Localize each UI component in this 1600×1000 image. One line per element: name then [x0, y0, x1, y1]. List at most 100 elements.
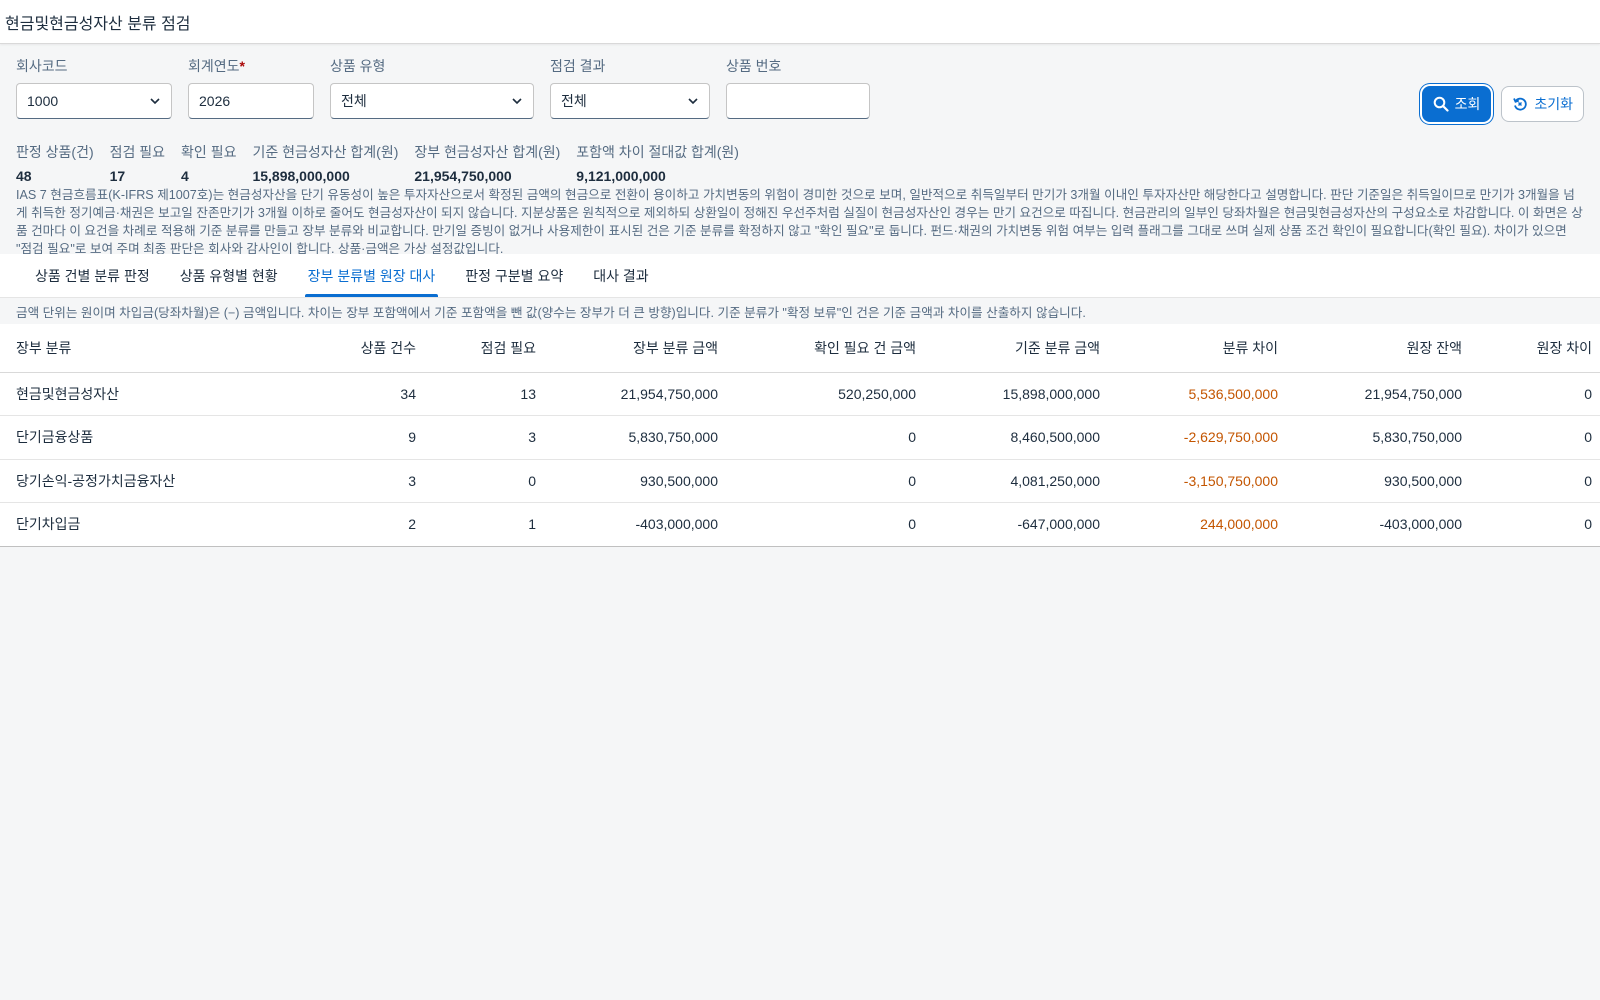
product-type-label: 상품 유형: [330, 58, 386, 74]
tab-bar: 상품 건별 분류 판정 상품 유형별 현황 장부 분류별 원장 대사 판정 구분…: [0, 254, 1600, 298]
product-no-field: 상품 번호: [726, 52, 870, 132]
cell-ledger-diff: 0: [1470, 372, 1600, 416]
cell-book-amount: 930,500,000: [544, 459, 726, 503]
chevron-down-icon: [150, 98, 160, 105]
cell-check-needed: 13: [424, 372, 544, 416]
product-type-field: 상품 유형 전체: [330, 52, 534, 132]
cell-ledger-balance: 21,954,750,000: [1286, 372, 1470, 416]
cell-ledger-balance: -403,000,000: [1286, 502, 1470, 547]
kpi-item: 장부 현금성자산 합계(원) 21,954,750,000: [414, 142, 561, 184]
kpi-value: 15,898,000,000: [252, 168, 350, 184]
page-title: 현금및현금성자산 분류 점검: [5, 15, 191, 33]
kpi-item: 포함액 차이 절대값 합계(원) 9,121,000,000: [576, 142, 739, 184]
cell-count: 3: [300, 459, 424, 503]
cell-ledger-class: 단기금융상품: [0, 415, 300, 460]
kpi-item: 점검 필요 17: [109, 142, 166, 184]
reset-button[interactable]: 초기화: [1501, 86, 1584, 122]
ledger-reconciliation-table: 장부 분류 상품 건수 점검 필요 장부 분류 금액 확인 필요 건 금액 기준…: [0, 324, 1600, 547]
cell-ledger-class: 단기차입금: [0, 502, 300, 547]
tab-note: 금액 단위는 원이며 차입금(당좌차월)은 (−) 금액입니다. 차이는 장부 …: [16, 306, 1086, 320]
cell-standard-amount: 4,081,250,000: [924, 459, 1108, 503]
column-header[interactable]: 원장 잔액: [1286, 324, 1470, 373]
guidance-note: IAS 7 현금흐름표(K-IFRS 제1007호)는 현금성자산을 단기 유동…: [16, 188, 1583, 254]
cell-ledger-class: 현금및현금성자산: [0, 372, 300, 416]
fiscal-year-value: 2026: [199, 93, 231, 109]
kpi-item: 판정 상품(건) 48: [16, 142, 94, 184]
company-code-field: 회사코드 1000: [16, 52, 172, 132]
filter-bar: 회사코드 1000 회계연도* 2026 상품 유형 전체 점검 결과 전체 상…: [0, 44, 1600, 132]
table-header-row: 장부 분류 상품 건수 점검 필요 장부 분류 금액 확인 필요 건 금액 기준…: [0, 324, 1600, 373]
cell-check-needed: 1: [424, 502, 544, 547]
company-code-value: 1000: [27, 93, 59, 109]
cell-class-diff: -3,150,750,000: [1108, 459, 1286, 503]
cell-ledger-balance: 5,830,750,000: [1286, 415, 1470, 460]
cell-confirm-amount: 0: [726, 502, 924, 547]
column-header[interactable]: 장부 분류 금액: [544, 324, 726, 373]
cell-standard-amount: 15,898,000,000: [924, 372, 1108, 416]
reset-button-label: 초기화: [1534, 96, 1573, 112]
cell-class-diff: 5,536,500,000: [1108, 372, 1286, 416]
table-row[interactable]: 단기차입금 2 1 -403,000,000 0 -647,000,000 24…: [0, 502, 1600, 547]
check-result-select[interactable]: 전체: [550, 83, 710, 119]
cell-ledger-diff: 0: [1470, 502, 1600, 547]
kpi-item: 기준 현금성자산 합계(원) 15,898,000,000: [252, 142, 399, 184]
kpi-label: 판정 상품(건): [16, 144, 94, 160]
table-row[interactable]: 단기금융상품 9 3 5,830,750,000 0 8,460,500,000…: [0, 415, 1600, 460]
kpi-value: 9,121,000,000: [576, 168, 666, 184]
column-header[interactable]: 장부 분류: [0, 324, 300, 373]
kpi-label: 장부 현금성자산 합계(원): [414, 144, 561, 160]
kpi-value: 21,954,750,000: [414, 168, 512, 184]
company-code-select[interactable]: 1000: [16, 83, 172, 119]
cell-ledger-diff: 0: [1470, 459, 1600, 503]
product-no-label: 상품 번호: [726, 58, 782, 74]
kpi-label: 점검 필요: [109, 144, 166, 160]
filter-actions: 조회 초기화: [1421, 86, 1584, 122]
check-result-label: 점검 결과: [550, 58, 606, 74]
kpi-value: 48: [16, 168, 32, 184]
cell-standard-amount: -647,000,000: [924, 502, 1108, 547]
fiscal-year-input[interactable]: 2026: [188, 83, 314, 119]
kpi-value: 4: [181, 168, 189, 184]
column-header[interactable]: 기준 분류 금액: [924, 324, 1108, 373]
tab-product-type-status[interactable]: 상품 유형별 현황: [165, 254, 293, 297]
kpi-label: 기준 현금성자산 합계(원): [252, 144, 399, 160]
search-icon: [1433, 96, 1449, 112]
cell-count: 9: [300, 415, 424, 460]
tab-judgement-summary[interactable]: 판정 구분별 요약: [450, 254, 578, 297]
tab-reconciliation-result[interactable]: 대사 결과: [578, 254, 663, 297]
check-result-field: 점검 결과 전체: [550, 52, 710, 132]
cell-class-diff: 244,000,000: [1108, 502, 1286, 547]
chevron-down-icon: [688, 98, 698, 105]
column-header[interactable]: 점검 필요: [424, 324, 544, 373]
cell-confirm-amount: 0: [726, 415, 924, 460]
column-header[interactable]: 원장 차이: [1470, 324, 1600, 373]
column-header[interactable]: 분류 차이: [1108, 324, 1286, 373]
kpi-label: 포함액 차이 절대값 합계(원): [576, 144, 739, 160]
check-result-value: 전체: [561, 93, 587, 109]
cell-check-needed: 0: [424, 459, 544, 503]
cell-book-amount: 21,954,750,000: [544, 372, 726, 416]
table-row[interactable]: 당기손익-공정가치금융자산 3 0 930,500,000 0 4,081,25…: [0, 459, 1600, 503]
cell-count: 34: [300, 372, 424, 416]
column-header[interactable]: 확인 필요 건 금액: [726, 324, 924, 373]
fiscal-year-label: 회계연도*: [188, 56, 314, 74]
product-type-value: 전체: [341, 93, 367, 109]
table-row[interactable]: 현금및현금성자산 34 13 21,954,750,000 520,250,00…: [0, 372, 1600, 416]
search-button[interactable]: 조회: [1421, 86, 1492, 122]
product-type-select[interactable]: 전체: [330, 83, 534, 119]
tab-ledger-reconciliation[interactable]: 장부 분류별 원장 대사: [293, 254, 451, 297]
cell-class-diff: -2,629,750,000: [1108, 415, 1286, 460]
tab-item-classification[interactable]: 상품 건별 분류 판정: [20, 254, 165, 297]
cell-ledger-balance: 930,500,000: [1286, 459, 1470, 503]
cell-ledger-class: 당기손익-공정가치금융자산: [0, 459, 300, 503]
chevron-down-icon: [512, 98, 522, 105]
company-code-label: 회사코드: [16, 58, 68, 74]
kpi-value: 17: [109, 168, 126, 184]
cell-book-amount: 5,830,750,000: [544, 415, 726, 460]
cell-confirm-amount: 0: [726, 459, 924, 503]
required-marker: *: [239, 58, 245, 74]
kpi-bar: 판정 상품(건) 48 점검 필요 17 확인 필요 4 기준 현금성자산 합계…: [0, 132, 1600, 184]
product-no-input[interactable]: [726, 83, 870, 119]
column-header[interactable]: 상품 건수: [300, 324, 424, 373]
fiscal-year-label-text: 회계연도: [188, 58, 240, 74]
